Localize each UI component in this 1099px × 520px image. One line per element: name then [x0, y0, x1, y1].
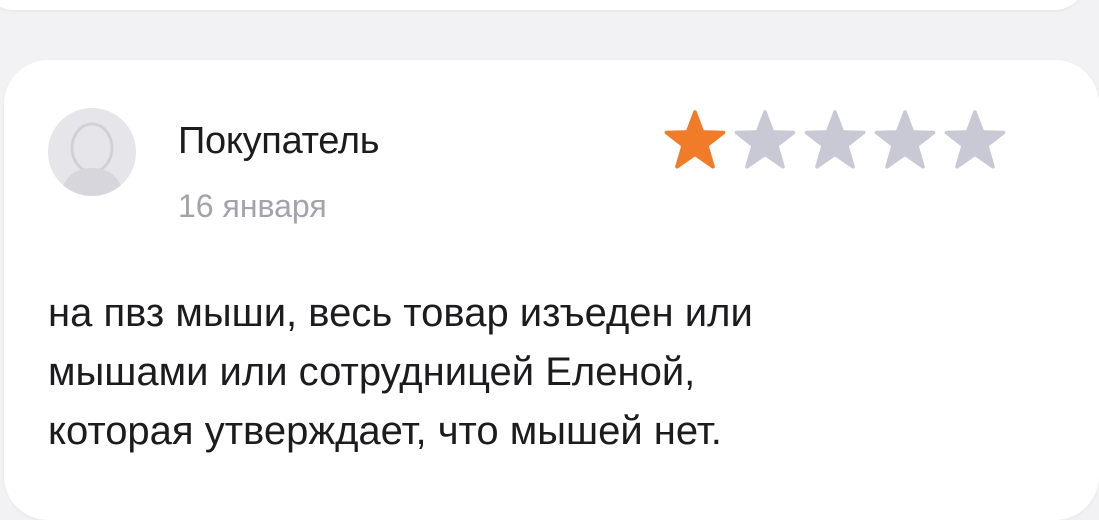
star-icon [944, 110, 1006, 169]
star-icon [804, 110, 866, 169]
author-name: Покупатель [178, 120, 380, 162]
user-silhouette-icon [48, 108, 136, 196]
star-icon [734, 110, 796, 169]
star-icon [664, 110, 726, 169]
review-text-line: на пвз мыши, весь товар изъеден или [48, 291, 753, 335]
previous-review-card [0, 0, 1088, 10]
star-icon [874, 110, 936, 169]
avatar [48, 108, 136, 196]
review-text-line: мышами или сотрудницей Еленой, [48, 350, 696, 394]
star-rating [664, 110, 1006, 170]
review-text-line: которая утверждает, что мышей нет. [48, 409, 722, 453]
review-date: 16 января [178, 188, 327, 224]
review-text: на пвз мыши, весь товар изъеден или мыша… [48, 284, 1048, 461]
